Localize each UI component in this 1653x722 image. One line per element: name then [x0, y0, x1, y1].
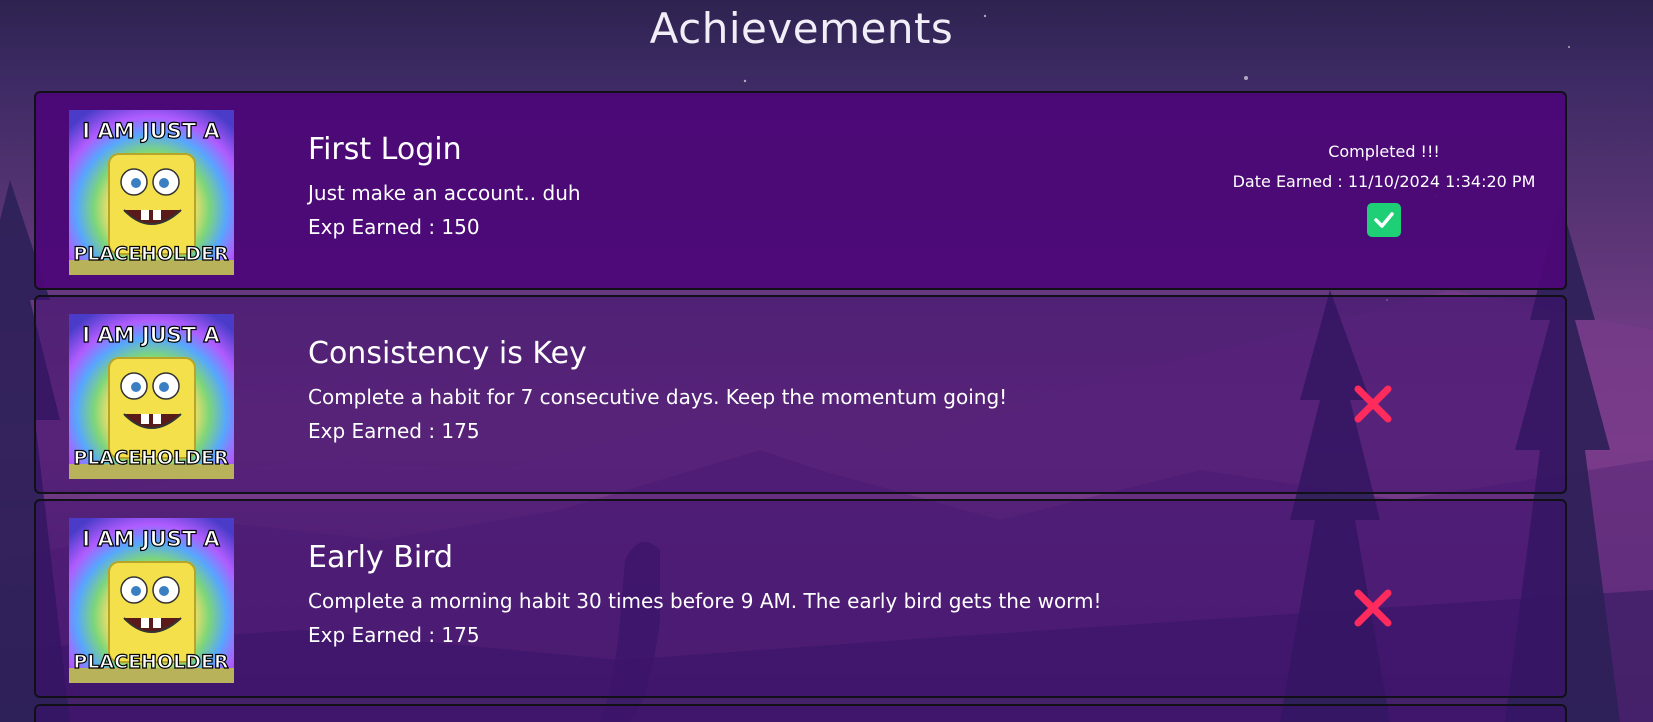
achievement-description: Just make an account.. duh	[308, 181, 581, 205]
svg-text:PLACEHOLDER: PLACEHOLDER	[73, 651, 229, 673]
svg-text:I AM JUST A: I AM JUST A	[82, 119, 220, 143]
achievement-description: Complete a morning habit 30 times before…	[308, 589, 1102, 613]
achievement-image: I AM JUST A PLACEHOLDER	[69, 518, 234, 683]
achievement-card-next	[34, 704, 1567, 722]
achievement-card-first-login: I AM JUST A PLACEHOLDER First Login Just…	[34, 91, 1567, 290]
achievement-image: I AM JUST A PLACEHOLDER	[69, 314, 234, 479]
achievement-description: Complete a habit for 7 consecutive days.…	[308, 385, 1008, 409]
achievement-title: Early Bird	[308, 540, 454, 575]
achievement-status: Completed !!! Date Earned : 11/10/2024 1…	[1219, 137, 1549, 237]
achievement-exp: Exp Earned : 175	[308, 419, 480, 443]
completed-label: Completed !!!	[1328, 142, 1440, 161]
svg-text:PLACEHOLDER: PLACEHOLDER	[73, 447, 229, 469]
achievement-card-early-bird: I AM JUST A PLACEHOLDER Early Bird Compl…	[34, 499, 1567, 698]
x-icon	[1354, 589, 1392, 627]
svg-text:PLACEHOLDER: PLACEHOLDER	[73, 243, 229, 265]
x-icon	[1354, 385, 1392, 423]
page-title: Achievements	[649, 4, 954, 53]
achievement-image: I AM JUST A PLACEHOLDER	[69, 110, 234, 275]
achievement-exp: Exp Earned : 175	[308, 623, 480, 647]
svg-text:I AM JUST A: I AM JUST A	[82, 323, 220, 347]
check-icon	[1367, 203, 1401, 237]
achievement-title: First Login	[308, 132, 462, 167]
achievement-card-consistency-is-key: I AM JUST A PLACEHOLDER Consistency is K…	[34, 295, 1567, 494]
svg-text:I AM JUST A: I AM JUST A	[82, 527, 220, 551]
date-earned: Date Earned : 11/10/2024 1:34:20 PM	[1232, 172, 1536, 191]
achievement-title: Consistency is Key	[308, 336, 587, 371]
achievement-exp: Exp Earned : 150	[308, 215, 480, 239]
